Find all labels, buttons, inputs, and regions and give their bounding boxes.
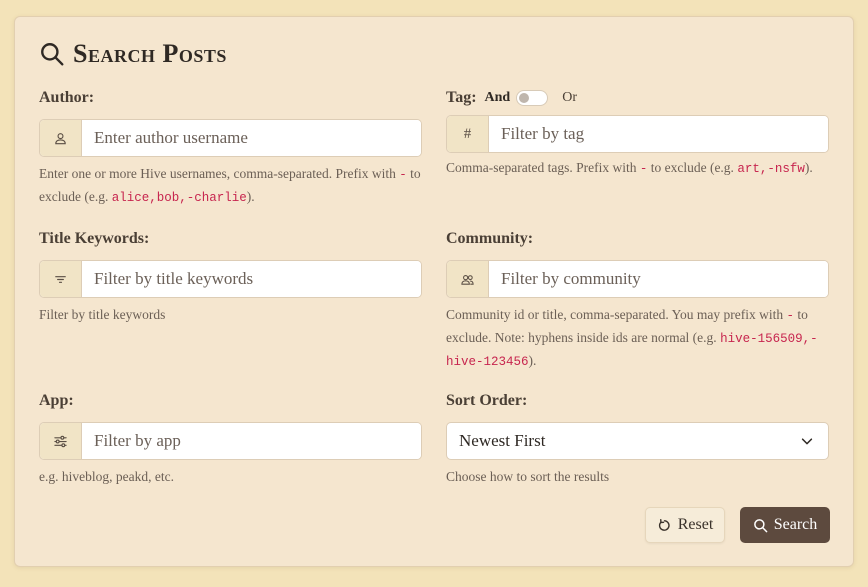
tag-input[interactable] <box>489 116 828 152</box>
app-input[interactable] <box>82 423 421 459</box>
page-title-text: Search Posts <box>73 39 227 68</box>
user-icon <box>55 132 66 144</box>
author-help: Enter one or more Hive usernames, comma-… <box>39 166 421 205</box>
tag-mode-toggle[interactable]: And Or <box>485 90 577 106</box>
tag-input-group: # <box>446 115 829 153</box>
app-label: App: <box>39 392 74 409</box>
filter-icon <box>55 275 66 283</box>
title-keywords-input-group <box>39 260 422 298</box>
author-input-group <box>39 119 422 157</box>
search-icon <box>41 43 64 66</box>
reset-button[interactable]: Reset <box>645 507 725 543</box>
community-label: Community: <box>446 230 534 247</box>
tag-mode-switch-knob <box>519 93 530 103</box>
tag-mode-and-label: And <box>484 90 511 105</box>
title-keywords-input[interactable] <box>82 261 421 297</box>
reset-button-label: Reset <box>677 516 714 533</box>
community-input-group <box>446 260 829 298</box>
author-input[interactable] <box>82 120 421 156</box>
author-addon <box>40 120 82 156</box>
sort-order-select[interactable]: Newest First <box>446 422 829 460</box>
search-button[interactable]: Search <box>740 507 830 543</box>
tag-mode-switch[interactable] <box>516 90 549 106</box>
title-keywords-help: Filter by title keywords <box>39 307 166 322</box>
sort-order-field: Sort Order: Newest First Choose how to s… <box>446 390 829 488</box>
search-button-icon <box>753 518 768 532</box>
sort-order-selected: Newest First <box>459 431 546 450</box>
tag-mode-or-label: Or <box>562 90 577 105</box>
sort-order-label: Sort Order: <box>446 392 528 409</box>
tag-help: Comma-separated tags. Prefix with - to e… <box>446 160 813 176</box>
community-addon <box>447 261 489 297</box>
hash-icon: # <box>447 116 489 152</box>
community-help: Community id or title, comma-separated. … <box>446 307 818 369</box>
search-button-label: Search <box>773 516 818 533</box>
tag-label-row: Tag: And Or <box>446 87 829 109</box>
title-keywords-addon <box>40 261 82 297</box>
author-label: Author: <box>39 89 95 106</box>
people-icon <box>461 274 474 285</box>
app-help: e.g. hiveblog, peakd, etc. <box>39 469 174 484</box>
community-field: Community: Community id or title, comma-… <box>446 228 829 373</box>
tag-field: Tag: And Or # Comma-separated tags. Pref… <box>446 87 829 180</box>
app-addon <box>40 423 82 459</box>
reset-icon <box>658 518 670 531</box>
app-field: App: e.g. hiveblog, peakd, etc. <box>39 390 422 488</box>
sort-order-help: Choose how to sort the results <box>446 469 610 484</box>
app-input-group <box>39 422 422 460</box>
sliders-icon <box>54 435 67 447</box>
tag-label: Tag: <box>446 89 477 106</box>
page-title: Search Posts <box>39 39 227 69</box>
title-keywords-label: Title Keywords: <box>39 230 150 247</box>
search-posts-card: Search Posts Author: Enter one or more H… <box>14 16 854 567</box>
community-input[interactable] <box>489 261 828 297</box>
title-keywords-field: Title Keywords: Filter by title keywords <box>39 228 422 326</box>
author-field: Author: Enter one or more Hive usernames… <box>39 87 422 209</box>
chevron-down-icon <box>801 438 813 445</box>
